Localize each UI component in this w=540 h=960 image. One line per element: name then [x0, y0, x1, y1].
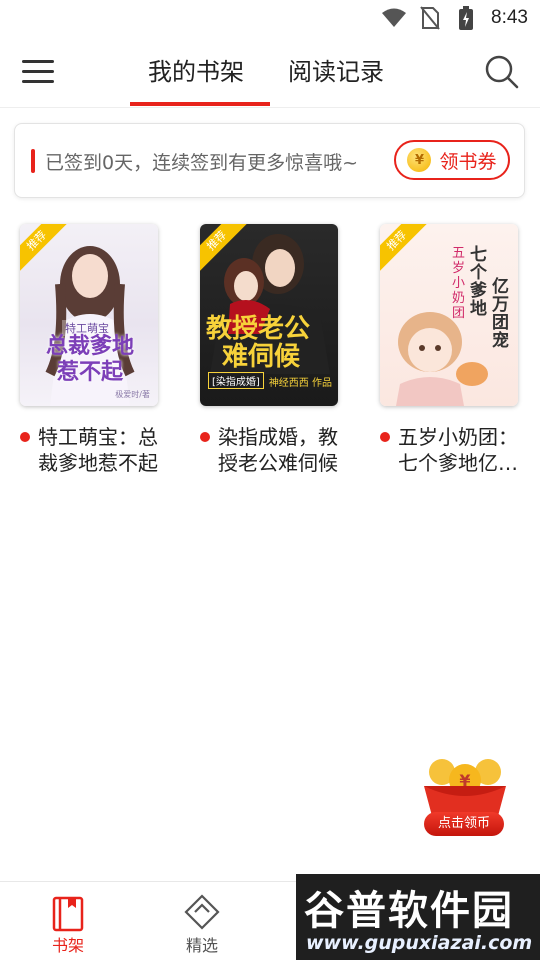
claim-coins-button[interactable]: ¥ 点击领币 [418, 750, 512, 838]
cover-author: 极爱时/著 [115, 390, 150, 399]
book-item[interactable]: 推荐 教授老公 难伺候 [染指成婚] 神经西西 作品 染指成婚，教授老公难伺候 [200, 224, 360, 475]
nav-tab-label: 书架 [51, 936, 84, 955]
book-cover[interactable]: 推荐 特工萌宝 总裁爹地 惹不起 极爱时/著 [20, 224, 158, 406]
search-icon[interactable] [484, 54, 520, 90]
unread-dot [380, 432, 390, 442]
nav-tab-label: 精选 [185, 936, 218, 955]
book-cover[interactable]: 推荐 教授老公 难伺候 [染指成婚] 神经西西 作品 [200, 224, 338, 406]
red-envelope-icon: ¥ [424, 759, 506, 816]
nav-tab-bookshelf[interactable]: 书架 [18, 890, 118, 958]
book-title-text: 特工萌宝：总裁爹地惹不起 [38, 425, 158, 475]
featured-diamond-icon [184, 894, 220, 930]
cover-title-line: 难伺候 [222, 342, 301, 372]
cover-tag: [染指成婚] [208, 372, 264, 389]
wifi-icon [381, 6, 407, 30]
cover-author: 神经西西 作品 [268, 378, 332, 389]
status-bar: 8:43 [0, 0, 540, 36]
claim-coins-label: 点击领币 [424, 812, 504, 836]
signin-status-text: 已签到0天，连续签到有更多惊喜哦~ [45, 152, 359, 174]
coin-icon: ¥ [407, 148, 432, 172]
signin-banner: 已签到0天，连续签到有更多惊喜哦~ ¥ 领书券 [14, 123, 525, 198]
cover-title-line: 五岁小奶团 [452, 246, 466, 321]
watermark-title: 谷普软件园 [304, 888, 514, 934]
book-item[interactable]: 推荐 特工萌宝 总裁爹地 惹不起 极爱时/著 特工萌宝：总裁爹地惹不起 [20, 224, 180, 475]
book-cover[interactable]: 推荐 五岁小奶团 七个爹地 亿万团宠 [380, 224, 518, 406]
unread-dot [20, 432, 30, 442]
active-tab-indicator [130, 102, 270, 106]
book-title-text: 五岁小奶团：七个爹地亿万团宠 [398, 425, 518, 475]
book-item[interactable]: 推荐 五岁小奶团 七个爹地 亿万团宠 五岁小奶团：七个爹地亿万团宠 [380, 224, 540, 475]
nav-tab-featured[interactable]: 精选 [152, 890, 252, 958]
battery-icon [453, 6, 479, 30]
menu-icon[interactable] [22, 58, 54, 86]
claim-coupon-label: 领书券 [439, 150, 497, 173]
status-time: 8:43 [491, 7, 528, 28]
cover-title-line: 惹不起 [56, 360, 123, 385]
no-sim-icon [417, 6, 443, 30]
unread-dot [200, 432, 210, 442]
bookshelf-icon [52, 896, 84, 932]
top-header: 我的书架 阅读记录 [0, 36, 540, 108]
book-title[interactable]: 五岁小奶团：七个爹地亿万团宠 [380, 424, 530, 476]
claim-coupon-button[interactable]: ¥ 领书券 [394, 140, 510, 180]
watermark-url: www.gupuxiazai.com [306, 932, 533, 954]
signin-accent-bar [31, 149, 35, 173]
site-watermark: 谷普软件园 www.gupuxiazai.com [296, 874, 540, 960]
tab-my-bookshelf[interactable]: 我的书架 [148, 52, 244, 87]
cover-title: 总裁爹地 惹不起 [32, 334, 148, 386]
tab-reading-history[interactable]: 阅读记录 [288, 52, 384, 87]
cover-title-line: 亿万团宠 [492, 277, 509, 351]
cover-title-line: 七个爹地 [470, 245, 487, 319]
book-title[interactable]: 特工萌宝：总裁爹地惹不起 [20, 424, 170, 476]
book-title-text: 染指成婚，教授老公难伺候 [218, 425, 338, 475]
cover-title-line: 总裁爹地 [45, 334, 134, 359]
book-title[interactable]: 染指成婚，教授老公难伺候 [200, 424, 350, 476]
